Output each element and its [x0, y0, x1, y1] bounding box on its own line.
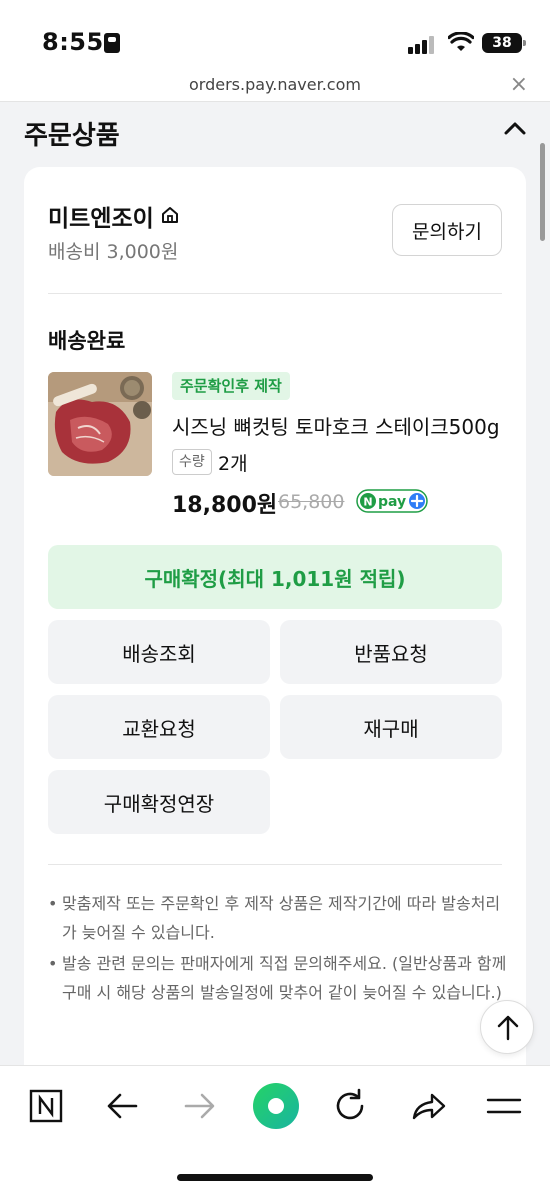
notice-item: 맞춤제작 또는 주문확인 후 제작 상품은 제작기간에 따라 발송처리가 늦어질…	[48, 889, 508, 947]
wifi-icon	[448, 32, 474, 51]
notice-list: 맞춤제작 또는 주문확인 후 제작 상품은 제작기간에 따라 발송처리가 늦어질…	[48, 889, 508, 1009]
notice-item: 발송 관련 문의는 판매자에게 직접 문의해주세요. (일반상품과 함께 구매 …	[48, 949, 508, 1007]
inquiry-button[interactable]: 문의하기	[392, 204, 502, 256]
track-delivery-button[interactable]: 배송조회	[48, 620, 270, 684]
original-price: 65,800	[278, 491, 345, 513]
menu-icon[interactable]	[480, 1082, 528, 1130]
back-icon[interactable]	[98, 1082, 146, 1130]
order-card: 미트엔조이 배송비 3,000원 문의하기 배송완료 주문확인후 제작 시즈닝 …	[24, 167, 526, 1065]
svg-text:N: N	[363, 496, 372, 509]
purchase-confirm-button[interactable]: 구매확정(최대 1,011원 적립)	[48, 545, 502, 609]
shipping-fee: 배송비 3,000원	[48, 241, 179, 263]
rebuy-button[interactable]: 재구매	[280, 695, 502, 759]
section-title: 주문상품	[24, 121, 120, 151]
quantity-value: 2개	[218, 453, 248, 475]
cellular-signal-icon	[408, 36, 438, 54]
quantity-label: 수량	[172, 449, 212, 475]
browser-url-bar: orders.pay.naver.com ×	[0, 70, 550, 102]
status-bar: 8:55 38	[0, 0, 550, 70]
return-request-button[interactable]: 반품요청	[280, 620, 502, 684]
exchange-request-button[interactable]: 교환요청	[48, 695, 270, 759]
product-thumbnail[interactable]	[48, 372, 152, 476]
divider	[48, 864, 502, 865]
divider	[48, 293, 502, 294]
id-badge-icon	[104, 33, 120, 53]
price: 18,800원	[172, 493, 278, 518]
naver-n-icon[interactable]	[22, 1082, 70, 1130]
browser-toolbar	[0, 1065, 550, 1191]
scrollbar[interactable]	[540, 143, 545, 241]
url-text[interactable]: orders.pay.naver.com	[0, 75, 550, 94]
status-time: 8:55	[42, 28, 104, 56]
extend-confirm-button[interactable]: 구매확정연장	[48, 770, 270, 834]
close-icon[interactable]: ×	[510, 72, 528, 97]
battery-icon: 38	[482, 33, 526, 53]
npay-plus-logo-icon: N pay	[356, 489, 428, 513]
arrow-up-icon	[497, 1015, 519, 1041]
delivery-status: 배송완료	[48, 329, 126, 353]
page-content: 주문상품 미트엔조이 배송비 3,000원 문의하기 배송완료 주문확인후 제작…	[0, 103, 550, 1065]
product-name[interactable]: 시즈닝 뼈컷팅 토마호크 스테이크500g	[172, 411, 502, 440]
scroll-to-top-button[interactable]	[480, 1000, 534, 1054]
npay-text: pay	[378, 494, 406, 510]
store-home-icon[interactable]	[160, 205, 180, 225]
made-to-order-badge: 주문확인후 제작	[172, 372, 290, 400]
reload-icon[interactable]	[326, 1082, 374, 1130]
share-icon[interactable]	[404, 1082, 452, 1130]
green-dot-icon[interactable]	[250, 1080, 302, 1132]
home-indicator	[177, 1174, 373, 1181]
seller-name[interactable]: 미트엔조이	[48, 199, 154, 233]
chevron-up-icon[interactable]	[504, 121, 526, 135]
forward-icon[interactable]	[176, 1082, 224, 1130]
